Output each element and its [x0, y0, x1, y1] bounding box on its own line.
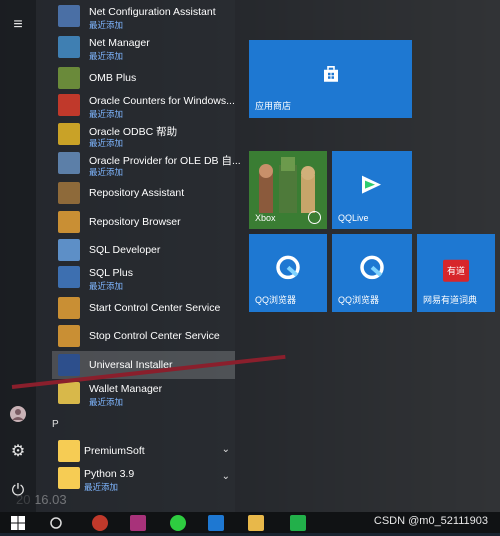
chevron-down-icon: ⌄ — [221, 471, 230, 482]
sql-plus-icon — [58, 266, 80, 288]
app-name: Repository Browser — [89, 216, 181, 228]
app-start-control-center[interactable]: Start Control Center Service — [52, 294, 238, 322]
tile-xbox[interactable]: Xbox — [249, 151, 327, 229]
windows-start-icon[interactable] — [10, 515, 26, 531]
folder-premiumsoft[interactable]: PremiumSoft ⌄ — [52, 437, 238, 465]
net-manager-icon — [58, 36, 80, 58]
app-name: SQL Developer — [89, 244, 161, 256]
app-name: Repository Assistant — [89, 187, 185, 199]
chevron-down-icon: ⌄ — [221, 444, 230, 455]
tile-label: 应用商店 — [255, 101, 292, 111]
app-name: Net Configuration Assistant — [89, 6, 216, 18]
tile-label: Xbox — [255, 213, 276, 223]
power-icon[interactable]: ⏻ — [9, 482, 27, 500]
avatar[interactable] — [9, 405, 27, 423]
wallet-manager-icon — [58, 382, 80, 404]
tile-qqlive[interactable]: QQLive — [332, 151, 412, 229]
app-omb-plus[interactable]: OMB Plus — [52, 64, 238, 92]
omb-plus-icon — [58, 67, 80, 89]
repository-assistant-icon — [58, 182, 80, 204]
wechat-icon[interactable] — [170, 515, 186, 531]
store-icon — [320, 63, 342, 90]
app-oracle-provider-ole-db[interactable]: Oracle Provider for OLE DB 自... 最近添加 — [52, 149, 241, 177]
app-name: Stop Control Center Service — [89, 330, 220, 342]
tile-label: QQ浏览器 — [338, 295, 380, 305]
qqbrowser-icon — [359, 254, 385, 285]
qqlive-icon — [359, 173, 385, 202]
app-stop-control-center[interactable]: Stop Control Center Service — [52, 322, 238, 350]
tile-qqbrowser-1[interactable]: QQ浏览器 — [249, 234, 327, 312]
xbox-icon — [308, 211, 321, 224]
tile-label: 网易有道词典 — [423, 295, 478, 305]
app-repository-browser[interactable]: Repository Browser — [52, 208, 238, 236]
app-sql-plus[interactable]: SQL Plus 最近添加 — [52, 263, 238, 291]
repository-browser-icon — [58, 211, 80, 233]
app-list: Net Configuration Assistant 最近添加 Net Man… — [52, 0, 241, 512]
app-name: Wallet Manager — [89, 383, 163, 395]
app-wallet-manager[interactable]: Wallet Manager 最近添加 — [52, 379, 238, 407]
app-repository-assistant[interactable]: Repository Assistant — [52, 179, 238, 207]
app-name: OMB Plus — [89, 72, 137, 84]
app-oracle-counters[interactable]: Oracle Counters for Windows... 最近添加 — [52, 91, 238, 119]
app-oracle-odbc-help[interactable]: Oracle ODBC 帮助 最近添加 — [52, 120, 238, 148]
tile-label: QQ浏览器 — [255, 295, 297, 305]
wps-icon[interactable] — [208, 515, 224, 531]
oracle-counters-icon — [58, 94, 80, 116]
tile-store[interactable]: 应用商店 — [249, 40, 412, 118]
folder-name: Python 3.9 — [84, 468, 135, 480]
tile-qqbrowser-2[interactable]: QQ浏览器 — [332, 234, 412, 312]
folder-icon — [58, 467, 80, 489]
youdao-icon: 有道 — [443, 259, 469, 282]
app-recent-tag: 最近添加 — [89, 281, 124, 291]
app-name: Oracle Counters for Windows... — [89, 95, 235, 107]
sql-developer-icon — [58, 239, 80, 261]
help-icon — [58, 123, 80, 145]
folder-name: PremiumSoft — [84, 445, 145, 457]
oracle-provider-icon — [58, 152, 80, 174]
start-service-icon — [58, 297, 80, 319]
app-net-manager[interactable]: Net Manager 最近添加 — [52, 33, 238, 61]
universal-installer-icon — [58, 354, 80, 376]
media-player-icon[interactable] — [290, 515, 306, 531]
folder-icon — [58, 440, 80, 462]
app-recent-tag: 最近添加 — [89, 138, 124, 148]
jetbrains-icon[interactable] — [130, 515, 146, 531]
file-explorer-icon[interactable] — [248, 515, 264, 531]
net-config-icon — [58, 5, 80, 27]
app-recent-tag: 最近添加 — [84, 482, 119, 492]
qqbrowser-icon — [275, 254, 301, 285]
app-recent-tag: 最近添加 — [89, 51, 124, 61]
app-name: SQL Plus — [89, 267, 133, 279]
section-header-letter[interactable]: P — [52, 419, 59, 430]
folder-python-3-9[interactable]: Python 3.9 最近添加 ⌄ — [52, 464, 238, 492]
app-recent-tag: 最近添加 — [89, 20, 124, 30]
start-rail: ≡ ⚙ ⏻ — [0, 0, 36, 512]
search-icon[interactable] — [48, 515, 64, 531]
app-sql-developer[interactable]: SQL Developer — [52, 236, 238, 264]
hamburger-icon[interactable]: ≡ — [9, 16, 27, 34]
app-icon[interactable] — [92, 515, 108, 531]
app-recent-tag: 最近添加 — [89, 109, 124, 119]
app-name: Start Control Center Service — [89, 302, 221, 314]
app-net-configuration-assistant[interactable]: Net Configuration Assistant 最近添加 — [52, 2, 238, 30]
app-name: Net Manager — [89, 37, 150, 49]
tile-youdao[interactable]: 有道 网易有道词典 — [417, 234, 495, 312]
app-recent-tag: 最近添加 — [89, 397, 124, 407]
gear-icon[interactable]: ⚙ — [9, 443, 27, 461]
tile-label: QQLive — [338, 213, 369, 223]
app-recent-tag: 最近添加 — [89, 167, 124, 177]
watermark: CSDN @m0_52111903 — [373, 515, 488, 527]
stop-service-icon — [58, 325, 80, 347]
